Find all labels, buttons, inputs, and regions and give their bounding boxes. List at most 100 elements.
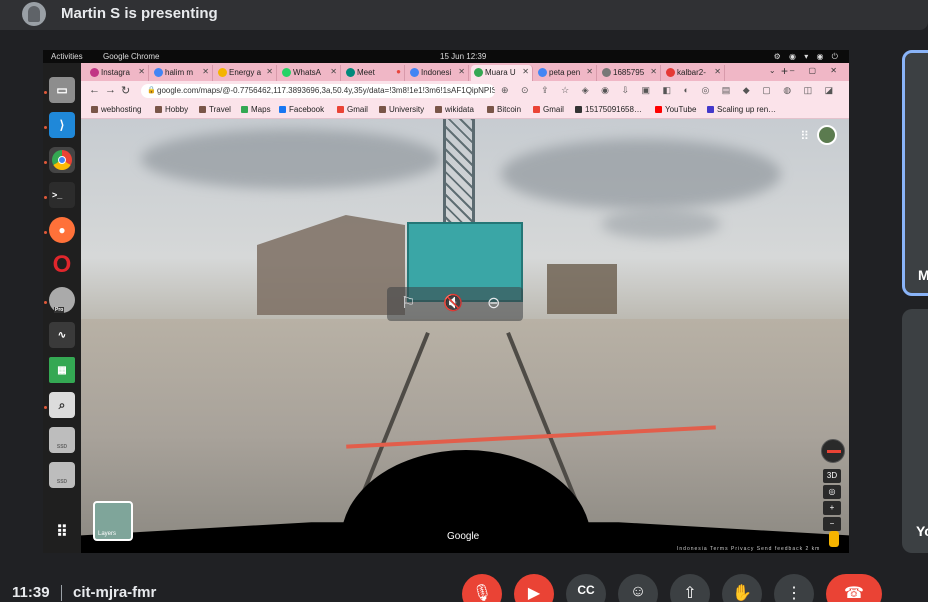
folder-icon [155,106,162,113]
tab-close-icon[interactable]: ✕ [266,67,273,76]
system-monitor-icon[interactable]: ∿ [49,322,75,348]
gmail-icon [533,106,540,113]
folder-icon [199,106,206,113]
window-controls[interactable]: ⌄ – ▢ ✕ [769,66,843,75]
tab-favicon-icon [410,68,419,77]
bookmark-item[interactable]: Bitcoin [487,105,521,114]
tab-active[interactable]: Muara U ✕ [471,65,533,81]
bookmark-item[interactable]: University [379,105,424,114]
bookmark-item[interactable]: Gmail [337,105,368,114]
search-app-icon[interactable]: ⌕ [49,392,75,418]
more-options-icon[interactable]: ⋮ [774,574,814,602]
opera-icon[interactable]: O [49,251,75,278]
bookmark-item[interactable]: YouTube [655,105,696,114]
participant-tile[interactable]: M [902,50,928,296]
tab[interactable]: Indonesi ✕ [407,65,469,81]
tab[interactable]: 1685795 ✕ [599,65,661,81]
bookmark-label: Maps [251,105,271,114]
tab-close-icon[interactable]: ✕ [202,67,209,76]
terminal-icon[interactable]: >_ [49,182,75,208]
layers-button[interactable]: Layers [93,501,133,541]
tab-close-icon[interactable]: ✕ [458,67,465,76]
zoom-in-icon[interactable]: + [823,501,841,515]
mic-off-icon[interactable]: 🎙 [462,574,502,602]
compass-icon[interactable] [821,439,845,463]
bookmark-item[interactable]: Gmail [533,105,564,114]
present-screen-icon[interactable]: ⇧ [670,574,710,602]
tab-close-icon[interactable]: ✕ [650,67,657,76]
participant-tile[interactable]: Yo [902,309,928,553]
location-icon[interactable]: ◎ [823,485,841,499]
extension-icons[interactable]: ⊕ ⊙ ⇪ ☆ ◈ ◉ ⇩ ▣ ◧ ◐ ◎ ▤ ◆ ▢ ◍ ◫ ◪ ⋮ [501,85,849,96]
bookmark-label: webhosting [101,105,142,114]
gmail-icon [337,106,344,113]
emoji-icon[interactable]: ☺ [618,574,658,602]
address-bar[interactable]: 🔒 google.com/maps/@-0.7756462,117.389369… [141,84,495,98]
crane-mast [443,119,475,239]
zoom-out-icon[interactable]: − [823,517,841,531]
files-icon[interactable]: ▭ [49,77,75,103]
spreadsheet-icon[interactable]: ▦ [49,357,75,383]
tab-close-icon[interactable]: ✕ [138,67,145,76]
chrome-icon[interactable] [49,147,75,173]
barge-structure [547,264,617,314]
tab-label: WhatsA [293,68,322,77]
tab[interactable]: halim m ✕ [151,65,213,81]
bookmark-item[interactable]: wikidata [435,105,474,114]
bookmark-item[interactable]: Scaling up ren… [707,105,776,114]
tab-close-icon[interactable]: ✕ [522,67,529,76]
tab-close-icon[interactable]: ✕ [330,67,337,76]
participant-initial: Yo [916,523,928,539]
ssd-drive-icon[interactable]: SSD [49,462,75,488]
app-grid-icon[interactable]: ⠿ [49,519,75,545]
tab-favicon-icon [282,68,291,77]
bookmark-item[interactable]: Maps [241,105,271,114]
captions-icon[interactable]: CC [566,574,606,602]
leave-call-icon[interactable]: ☎ [826,574,882,602]
pegman-icon[interactable] [829,531,839,547]
tab-label: halim m [165,68,194,77]
apps-grid-icon[interactable]: ⠿ [800,129,809,143]
mute-icon[interactable]: 🔇 [443,293,463,313]
tab[interactable]: WhatsA ✕ [279,65,341,81]
back-icon[interactable]: ← [89,84,100,96]
ssd-drive-icon[interactable]: SSD [49,427,75,453]
bookmark-label: Gmail [347,105,368,114]
bookmark-item[interactable]: 15175091658… [575,105,642,114]
ssd-label: SSD [56,444,68,450]
account-avatar[interactable] [817,125,837,145]
street-view-panorama[interactable]: ⚐ 🔇 ⊖ ⠿ 3D ◎ + − Layers Google Indonesia… [81,119,849,553]
bookmark-item[interactable]: Travel [199,105,231,114]
maps-icon [241,106,248,113]
pin-off-icon[interactable]: ⚐ [401,293,415,313]
bookmark-item[interactable]: Facebook [279,105,324,114]
tab[interactable]: Meet ● [343,65,405,81]
forward-icon[interactable]: → [105,84,116,96]
firefox-icon[interactable]: ● [49,217,75,243]
map-footer-links[interactable]: Indonesia Terms Privacy Send feedback 2 … [677,546,820,552]
tab[interactable]: Instagra ✕ [87,65,149,81]
bookmark-item[interactable]: webhosting [91,105,141,114]
divider [61,585,62,601]
tab-favicon-icon [218,68,227,77]
google-earth-icon[interactable]: Pro [49,287,75,313]
app-dock: ▭ ⟩ >_ ● O Pro ∿ ▦ ⌕ SSD SSD ⠿ [43,63,81,553]
ssd-label: SSD [56,479,68,485]
camera-off-icon[interactable]: ▶ [514,574,554,602]
tab-close-icon[interactable]: ✕ [586,67,593,76]
tab-close-icon[interactable]: ✕ [714,67,721,76]
tab-favicon-icon [666,68,675,77]
raise-hand-icon[interactable]: ✋ [722,574,762,602]
tab[interactable]: peta pen ✕ [535,65,597,81]
tab[interactable]: kalbar2- ✕ [663,65,725,81]
vscode-icon[interactable]: ⟩ [49,112,75,138]
bookmark-item[interactable]: Hobby [155,105,188,114]
3d-toggle[interactable]: 3D [823,469,841,483]
system-clock: 15 Jun 12:39 [440,52,487,61]
shared-screen: Activities Google Chrome 15 Jun 12:39 ⚙ … [43,50,849,553]
reload-icon[interactable]: ↻ [121,84,130,97]
tab[interactable]: Energy a ✕ [215,65,277,81]
activities-button[interactable]: Activities [51,52,83,61]
stop-icon[interactable]: ⊖ [487,293,500,313]
tab-favicon-icon [474,68,483,77]
